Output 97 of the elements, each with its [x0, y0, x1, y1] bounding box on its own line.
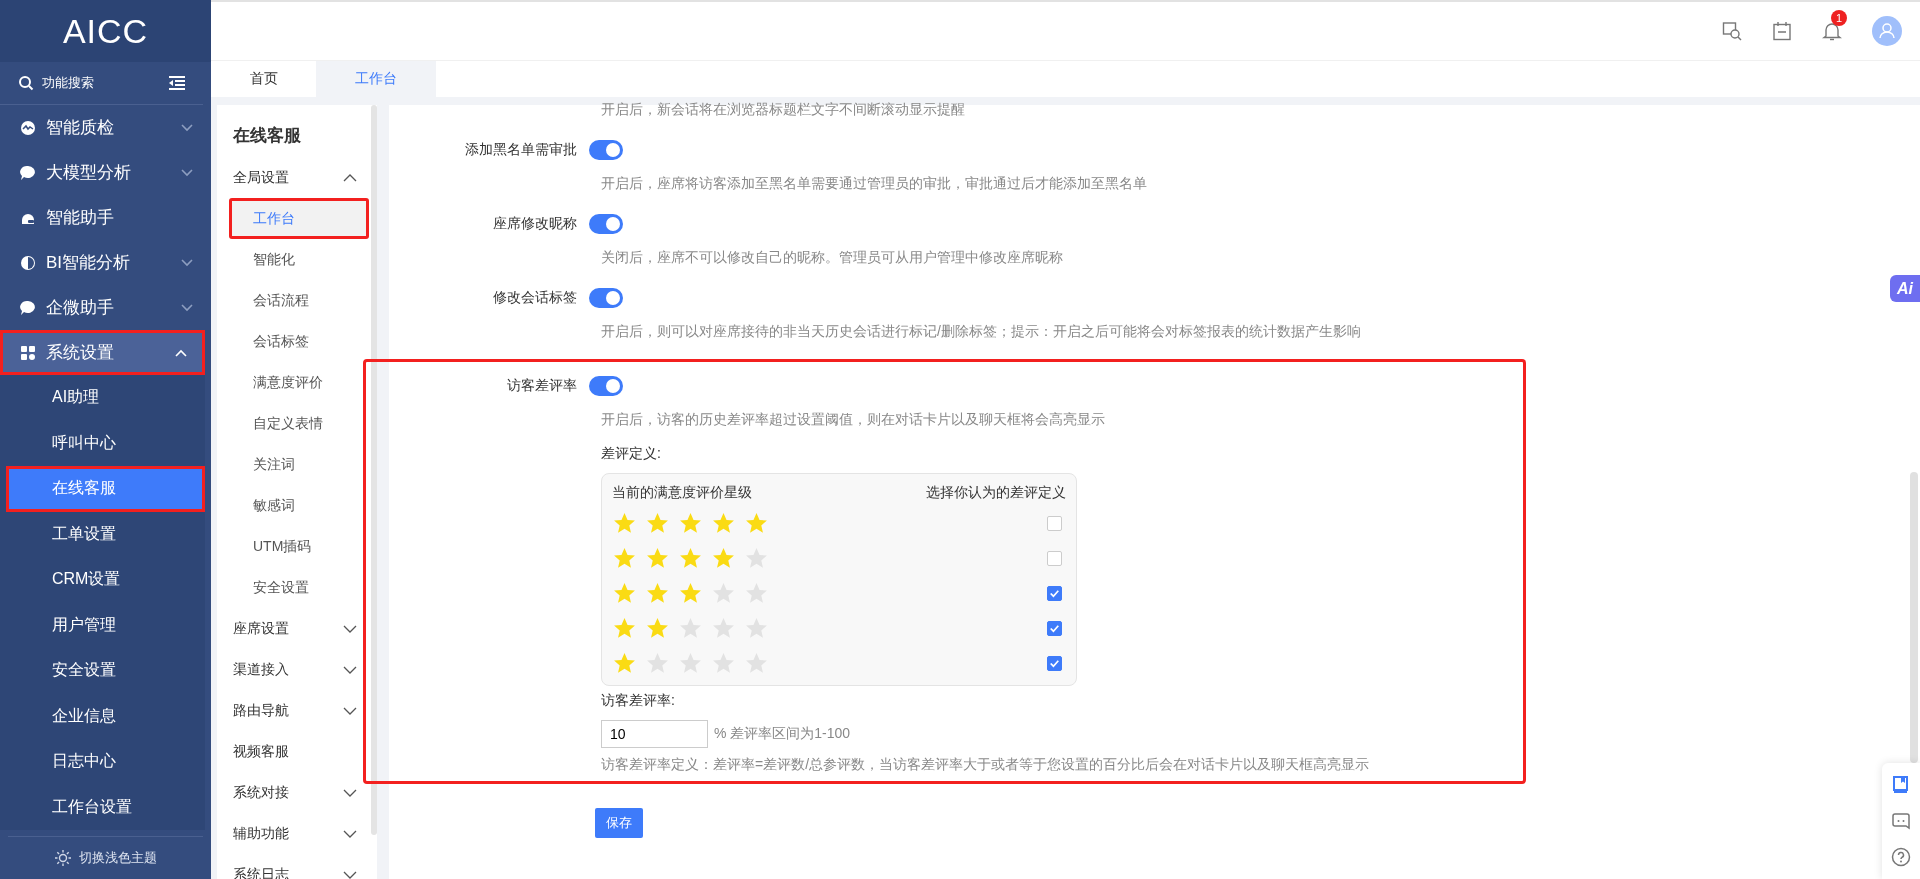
- help-icon[interactable]: [1891, 847, 1911, 867]
- submenu-item[interactable]: 安全设置: [0, 648, 205, 694]
- checkbox[interactable]: [1047, 551, 1062, 566]
- settings-nav-title: 在线客服: [232, 124, 302, 147]
- menu-item[interactable]: 智能质检: [0, 105, 211, 150]
- checkmark-icon: [1048, 622, 1061, 635]
- menu-item[interactable]: BI智能分析: [0, 240, 211, 285]
- setting-description: 开启后，新会话将在浏览器标题栏文字不间断滚动显示提醒: [600, 100, 966, 119]
- nav-item[interactable]: 安全设置: [217, 567, 357, 608]
- menu-icon: [20, 119, 36, 136]
- nav-item[interactable]: 满意度评价: [217, 362, 357, 403]
- bell-icon[interactable]: [1822, 21, 1842, 41]
- menu-item[interactable]: 企微助手: [0, 285, 211, 330]
- chevron-icon: [343, 173, 357, 182]
- submenu-item[interactable]: 呼叫中心: [0, 420, 205, 466]
- setting-description: 开启后，则可以对座席接待的非当天历史会话进行标记/删除标签；提示：开启之后可能将会对标签报表的统计数据产生影响: [600, 322, 1362, 341]
- nav-item[interactable]: 会话流程: [217, 280, 357, 321]
- submenu-item[interactable]: 用户管理: [0, 602, 205, 648]
- rate-input-field[interactable]: 10: [601, 720, 708, 748]
- nav-item[interactable]: 敏感词: [217, 485, 357, 526]
- menu-item[interactable]: 智能助手: [0, 195, 211, 240]
- brand-logo: AICC: [0, 0, 211, 62]
- chevron-icon: [181, 258, 193, 267]
- submenu-item[interactable]: AI助理: [0, 375, 205, 421]
- submenu-item[interactable]: 日志中心: [0, 739, 205, 785]
- save-button[interactable]: 保存: [595, 808, 643, 838]
- toggle-switch[interactable]: [589, 376, 623, 396]
- checkbox[interactable]: [1047, 656, 1062, 671]
- chevron-icon: [181, 303, 193, 312]
- menu-icon: [20, 299, 36, 316]
- chevron-icon: [175, 348, 187, 357]
- nav-group[interactable]: 全局设置: [217, 157, 371, 198]
- checkmark-icon: [1048, 657, 1061, 670]
- nav-item[interactable]: UTM插码: [217, 526, 357, 567]
- checkbox[interactable]: [1047, 621, 1062, 636]
- setting-description: 关闭后，座席不可以修改自己的昵称。管理员可从用户管理中修改座席昵称: [600, 248, 1064, 267]
- chat-icon[interactable]: [1891, 811, 1911, 831]
- menu-icon: [20, 344, 36, 361]
- setting-description: 开启后，座席将访客添加至黑名单需要通过管理员的审批，审批通过后才能添加至黑名单: [600, 174, 1148, 193]
- chevron-icon: [181, 123, 193, 132]
- column-header: 选择你认为的差评定义: [926, 484, 1066, 502]
- page-tab[interactable]: 工作台: [316, 61, 436, 97]
- nav-item[interactable]: 会话标签: [217, 321, 357, 362]
- chevron-icon: [343, 624, 357, 633]
- chevron-icon: [181, 168, 193, 177]
- rate-hint: % 差评率区间为1-100: [714, 725, 851, 743]
- nav-group[interactable]: 辅助功能: [217, 813, 371, 854]
- image-search-icon[interactable]: [1722, 21, 1742, 41]
- checkbox[interactable]: [1047, 586, 1062, 601]
- nav-item[interactable]: 工作台: [229, 198, 369, 239]
- toggle-switch[interactable]: [589, 214, 623, 234]
- scrollbar[interactable]: [371, 105, 377, 835]
- setting-label: 修改会话标签: [492, 289, 578, 307]
- notification-badge: 1: [1831, 10, 1847, 26]
- submenu-item[interactable]: 企业信息: [0, 693, 205, 739]
- collapse-menu-icon[interactable]: [169, 76, 185, 90]
- nav-group[interactable]: 路由导航: [217, 690, 371, 731]
- column-header: 当前的满意度评价星级: [612, 484, 752, 502]
- submenu-item[interactable]: 在线客服: [6, 466, 205, 512]
- chevron-icon: [343, 665, 357, 674]
- menu-icon: [20, 254, 36, 271]
- nav-item[interactable]: 关注词: [217, 444, 357, 485]
- menu-item[interactable]: 大模型分析: [0, 150, 211, 195]
- nav-group[interactable]: 系统对接: [217, 772, 371, 813]
- search-icon[interactable]: [18, 75, 34, 91]
- nav-group[interactable]: 座席设置: [217, 608, 371, 649]
- sun-icon[interactable]: [54, 850, 71, 866]
- theme-toggle-link[interactable]: 切换浅色主题: [78, 849, 157, 867]
- submenu-item[interactable]: 工作台设置: [0, 784, 205, 830]
- menu-icon: [20, 164, 36, 181]
- toggle-switch[interactable]: [589, 140, 623, 160]
- chevron-icon: [343, 706, 357, 715]
- book-icon[interactable]: [1891, 775, 1911, 795]
- chevron-icon: [343, 829, 357, 838]
- submenu-item[interactable]: CRM设置: [0, 557, 205, 603]
- setting-description: 开启后，访客的历史差评率超过设置阈值，则在对话卡片以及聊天框将会高亮显示: [600, 410, 1106, 429]
- nav-item[interactable]: 自定义表情: [217, 403, 357, 444]
- nav-group[interactable]: 视频客服: [217, 731, 371, 772]
- checkbox[interactable]: [1047, 516, 1062, 531]
- ai-assistant-button[interactable]: Ai: [1890, 275, 1920, 303]
- section-title: 差评定义:: [601, 445, 662, 463]
- nav-item[interactable]: 智能化: [217, 239, 357, 280]
- scrollbar[interactable]: [1910, 472, 1918, 763]
- toggle-switch[interactable]: [589, 288, 623, 308]
- setting-label: 访客差评率: [506, 377, 578, 395]
- menu-item[interactable]: 系统设置: [0, 330, 205, 375]
- search-label[interactable]: 功能搜索: [42, 74, 161, 92]
- submenu-item[interactable]: 工单设置: [0, 511, 205, 557]
- rate-definition: 访客差评率定义：差评率=差评数/总参评数，当访客差评率大于或者等于您设置的百分比后会在对话卡片以及聊天框高亮显示: [601, 755, 1371, 774]
- setting-label: 添加黑名单需审批: [464, 141, 578, 159]
- calendar-icon[interactable]: [1772, 21, 1792, 41]
- chevron-icon: [343, 870, 357, 879]
- nav-group[interactable]: 渠道接入: [217, 649, 371, 690]
- setting-label: 座席修改昵称: [492, 215, 578, 233]
- chevron-icon: [343, 788, 357, 797]
- field-label: 访客差评率:: [601, 692, 676, 710]
- checkmark-icon: [1048, 587, 1061, 600]
